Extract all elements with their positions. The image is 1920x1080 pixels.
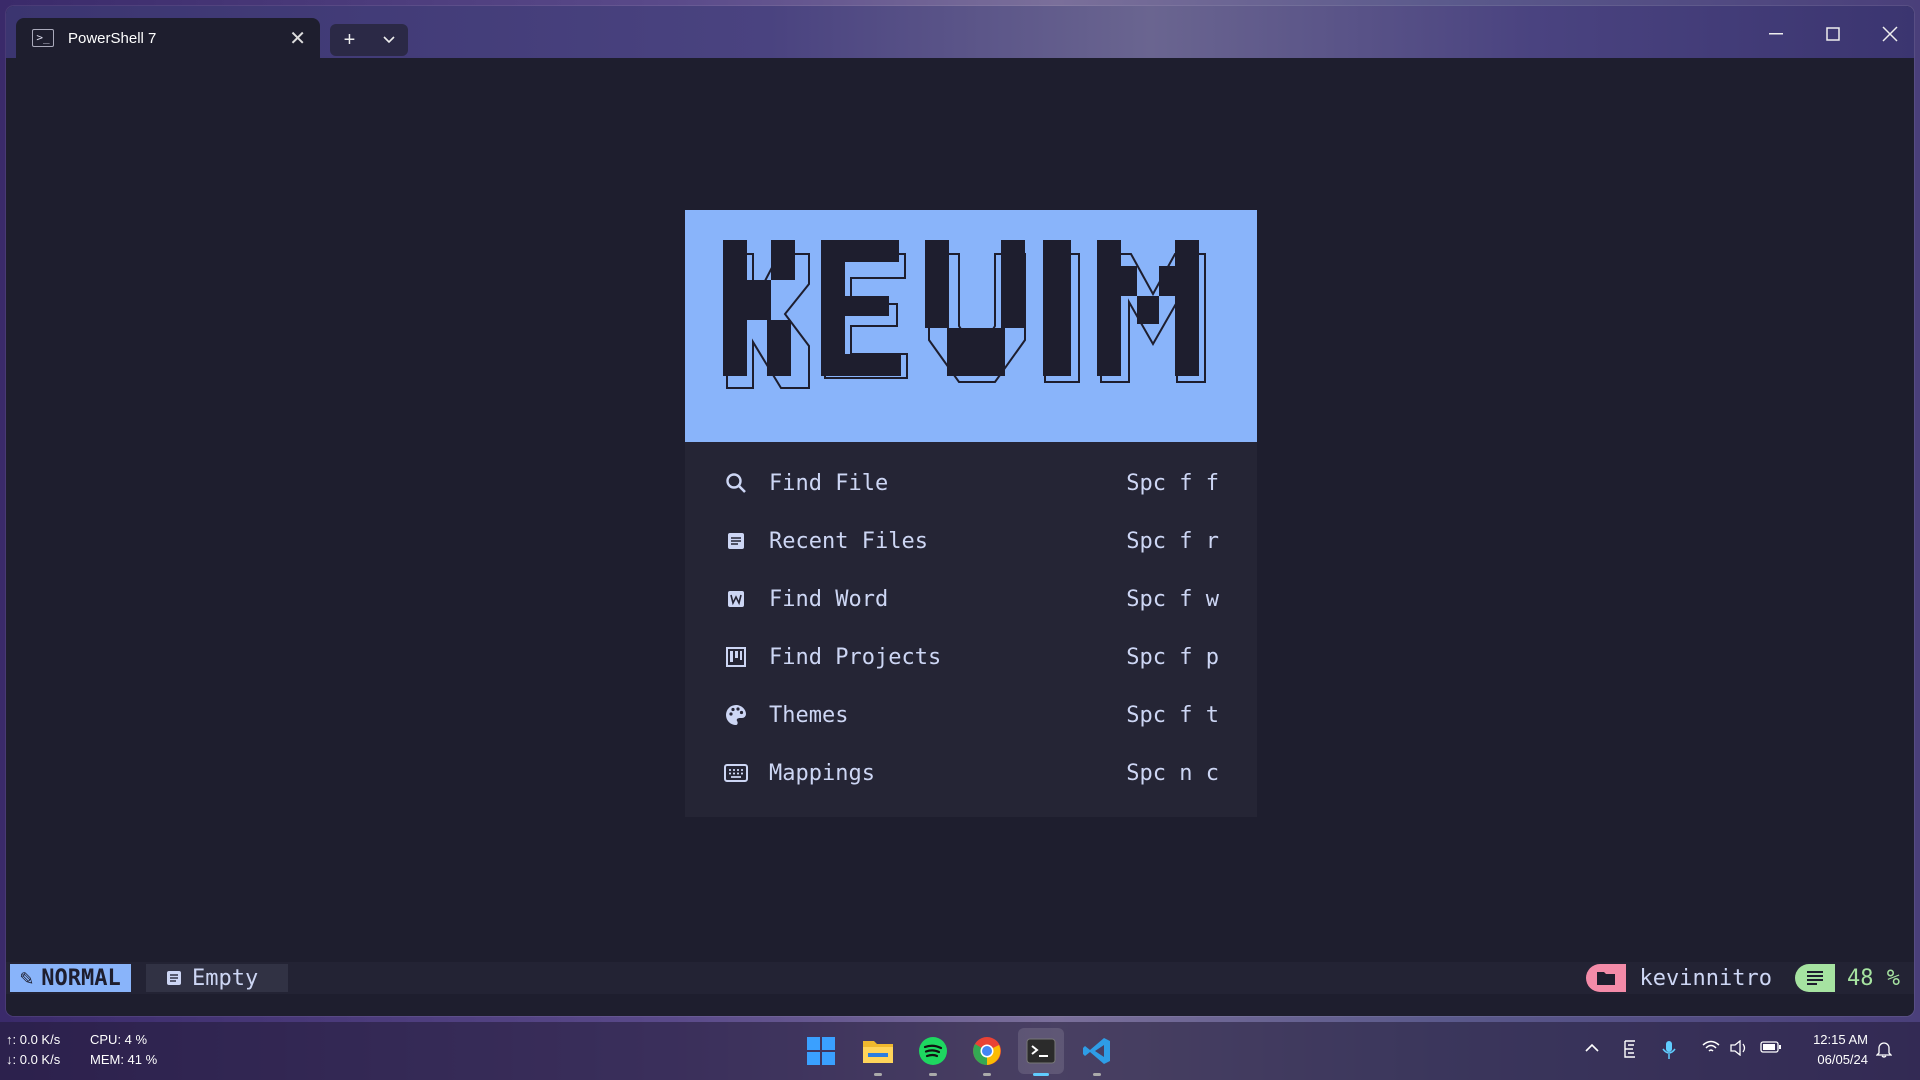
tab-title: PowerShell 7 bbox=[68, 29, 157, 47]
tab-actions: + bbox=[330, 24, 408, 56]
running-indicator bbox=[929, 1073, 937, 1076]
tab-dropdown-button[interactable] bbox=[369, 24, 408, 56]
menu-label: Find File bbox=[769, 470, 889, 496]
mode-indicator: ✎ NORMAL bbox=[10, 964, 131, 992]
system-stats: CPU: 4 % MEM: 41 % bbox=[90, 1030, 157, 1070]
file-explorer-icon[interactable] bbox=[855, 1028, 901, 1076]
menu-item-mappings[interactable]: Mappings Spc n c bbox=[685, 744, 1257, 802]
file-name: Empty bbox=[192, 965, 259, 991]
new-tab-button[interactable]: + bbox=[330, 24, 369, 56]
word-icon bbox=[723, 586, 749, 612]
progress-indicator: 48 % bbox=[1795, 964, 1900, 992]
mem-usage: MEM: 41 % bbox=[90, 1052, 158, 1067]
clock[interactable]: 12:15 AM 06/05/24 bbox=[1813, 1030, 1868, 1070]
running-indicator bbox=[1093, 1073, 1101, 1076]
notification-bell-icon[interactable] bbox=[1875, 1040, 1893, 1063]
statusline: ✎ NORMAL Empty kevinnitro 48 % bbox=[6, 962, 1914, 994]
menu-item-find-file[interactable]: Find File Spc f f bbox=[685, 454, 1257, 512]
minimize-button[interactable] bbox=[1748, 16, 1804, 52]
menu-item-find-projects[interactable]: Find Projects Spc f p bbox=[685, 628, 1257, 686]
menu-item-themes[interactable]: Themes Spc f t bbox=[685, 686, 1257, 744]
search-icon bbox=[723, 470, 749, 496]
spotify-icon[interactable] bbox=[910, 1028, 956, 1076]
terminal-window: >_ PowerShell 7 ✕ + KEVIM Find File Spc … bbox=[6, 6, 1914, 1016]
date: 06/05/24 bbox=[1817, 1052, 1868, 1067]
running-indicator bbox=[983, 1073, 991, 1076]
input-method-icon[interactable] bbox=[1622, 1040, 1638, 1063]
percent-value: 48 % bbox=[1847, 965, 1900, 991]
kevim-logo: KEVIM bbox=[723, 240, 1206, 437]
projects-icon bbox=[723, 644, 749, 670]
menu-shortcut: Spc f p bbox=[1126, 644, 1219, 670]
dashboard: KEVIM Find File Spc f f Recent Files Spc bbox=[685, 210, 1257, 817]
vim-mode-icon: ✎ bbox=[20, 965, 34, 991]
folder-icon bbox=[1585, 964, 1626, 992]
file-icon bbox=[723, 528, 749, 554]
menu-item-find-word[interactable]: Find Word Spc f w bbox=[685, 570, 1257, 628]
microphone-icon[interactable] bbox=[1662, 1040, 1676, 1065]
terminal-icon[interactable] bbox=[1018, 1028, 1064, 1076]
palette-icon bbox=[723, 702, 749, 728]
menu-shortcut: Spc f f bbox=[1126, 470, 1219, 496]
network-stats: ↑: 0.0 K/s ↓: 0.0 K/s bbox=[6, 1030, 60, 1070]
keyboard-icon bbox=[723, 760, 749, 786]
directory-name: kevinnitro bbox=[1639, 965, 1772, 991]
file-indicator: Empty bbox=[146, 964, 289, 992]
logo-banner: KEVIM bbox=[685, 210, 1257, 442]
maximize-button[interactable] bbox=[1805, 16, 1861, 52]
close-icon bbox=[1882, 26, 1898, 42]
chevron-up-icon[interactable] bbox=[1584, 1040, 1600, 1058]
powershell-icon: >_ bbox=[32, 29, 54, 47]
net-up: ↑: 0.0 K/s bbox=[6, 1032, 61, 1047]
menu-label: Themes bbox=[769, 702, 849, 728]
dashboard-menu: Find File Spc f f Recent Files Spc f r F… bbox=[685, 442, 1257, 817]
menu-label: Find Projects bbox=[769, 644, 942, 670]
taskbar: ↑: 0.0 K/s ↓: 0.0 K/s CPU: 4 % MEM: 41 % bbox=[0, 1022, 1920, 1080]
time: 12:15 AM bbox=[1813, 1032, 1868, 1047]
running-indicator bbox=[874, 1073, 882, 1076]
chrome-icon[interactable] bbox=[964, 1028, 1010, 1076]
menu-label: Recent Files bbox=[769, 528, 928, 554]
terminal-area[interactable]: KEVIM Find File Spc f f Recent Files Spc bbox=[6, 58, 1914, 1016]
wifi-icon[interactable] bbox=[1702, 1040, 1720, 1059]
net-down: ↓: 0.0 K/s bbox=[6, 1052, 61, 1067]
close-tab-icon[interactable]: ✕ bbox=[289, 26, 306, 51]
chevron-down-icon bbox=[382, 36, 395, 44]
menu-shortcut: Spc f w bbox=[1126, 586, 1219, 612]
volume-icon[interactable] bbox=[1730, 1039, 1748, 1061]
maximize-icon bbox=[1826, 27, 1840, 41]
menu-shortcut: Spc f r bbox=[1126, 528, 1219, 554]
windows-start-icon[interactable] bbox=[798, 1028, 844, 1074]
close-window-button[interactable] bbox=[1862, 16, 1914, 52]
menu-label: Find Word bbox=[769, 586, 889, 612]
svg-text:KEVIM: KEVIM bbox=[971, 435, 974, 437]
menu-item-recent-files[interactable]: Recent Files Spc f r bbox=[685, 512, 1257, 570]
directory-indicator: kevinnitro bbox=[1585, 964, 1772, 992]
menu-label: Mappings bbox=[769, 760, 875, 786]
mode-label: NORMAL bbox=[41, 965, 121, 991]
minimize-icon bbox=[1769, 33, 1783, 35]
cpu-usage: CPU: 4 % bbox=[90, 1032, 148, 1047]
menu-shortcut: Spc n c bbox=[1126, 760, 1219, 786]
lines-icon bbox=[1795, 964, 1836, 992]
battery-icon[interactable] bbox=[1760, 1040, 1782, 1059]
menu-shortcut: Spc f t bbox=[1126, 702, 1219, 728]
active-indicator bbox=[1033, 1073, 1049, 1076]
file-icon bbox=[167, 971, 181, 985]
vscode-icon[interactable] bbox=[1074, 1028, 1120, 1076]
tab-powershell[interactable]: >_ PowerShell 7 ✕ bbox=[16, 18, 320, 58]
title-bar: >_ PowerShell 7 ✕ + bbox=[6, 6, 1914, 58]
